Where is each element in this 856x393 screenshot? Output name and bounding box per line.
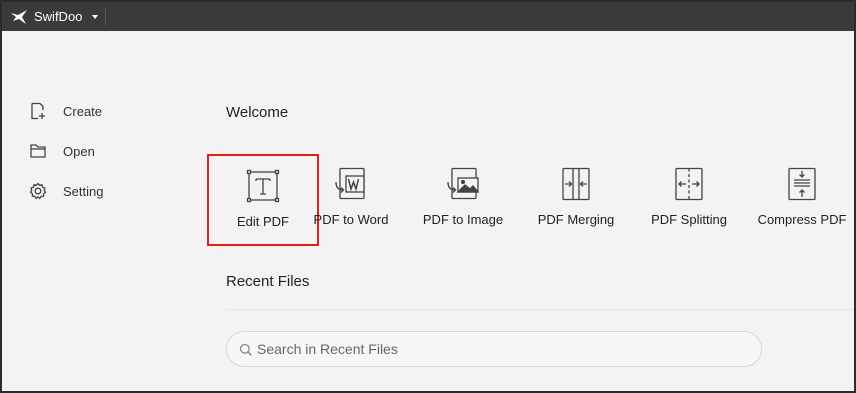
tool-label: Compress PDF [757,212,847,227]
app-name: SwifDoo [34,9,83,24]
merge-icon [562,167,590,201]
tool-label: PDF Splitting [651,212,727,227]
compress-icon [788,167,816,201]
sidebar-item-label: Open [63,143,95,159]
caret-down-icon[interactable] [92,15,98,19]
tool-pdf-merging[interactable]: PDF Merging [520,154,632,246]
tool-label: PDF Merging [537,212,615,227]
search-box[interactable] [226,331,762,367]
image-convert-icon [447,167,480,200]
split-icon [675,167,703,201]
tool-label: PDF to Word [313,212,389,227]
tool-pdf-splitting[interactable]: PDF Splitting [633,154,745,246]
tool-label: PDF to Image [422,212,504,227]
recent-files-title: Recent Files [226,273,310,290]
tool-compress-pdf[interactable]: Compress PDF [746,154,854,246]
welcome-title: Welcome [226,104,289,121]
folder-icon [30,144,46,158]
swift-bird-icon[interactable] [10,8,30,26]
new-document-icon [31,102,45,120]
tool-label: Edit PDF [236,214,289,229]
text-box-icon [246,169,280,203]
sidebar-item-label: Create [63,103,103,119]
sidebar-item-label: Setting [63,183,104,199]
title-bar: SwifDoo [2,2,854,31]
sidebar-item-create[interactable]: Create [28,99,138,123]
recent-divider [226,309,854,310]
search-input[interactable] [257,338,747,360]
tool-pdf-to-word[interactable]: PDF to Word [295,154,407,246]
sidebar-item-open[interactable]: Open [28,139,138,163]
gear-icon [29,182,47,200]
title-separator [105,8,106,25]
sidebar-item-setting[interactable]: Setting [28,179,138,203]
search-icon [239,343,252,356]
word-convert-icon [335,167,365,200]
tool-pdf-to-image[interactable]: PDF to Image [407,154,519,246]
app-window: SwifDoo Create Open Setting Welcome Edit… [2,2,854,391]
